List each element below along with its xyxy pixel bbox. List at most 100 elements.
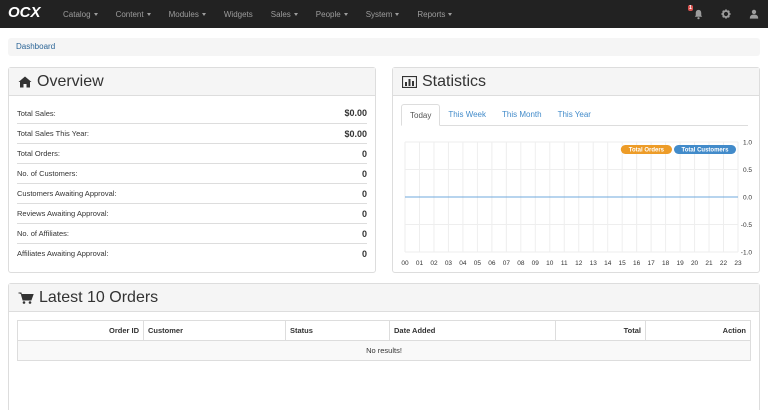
- y-tick-label: 0.5: [743, 167, 752, 174]
- shopping-cart-icon: [18, 292, 34, 304]
- overview-label: No. of Customers:: [17, 169, 78, 178]
- overview-label: Total Sales This Year:: [17, 129, 89, 138]
- overview-row-total-sales-year: Total Sales This Year: $0.00: [17, 123, 367, 143]
- table-row: No results!: [17, 340, 751, 361]
- top-right-icons: 1: [684, 0, 768, 28]
- x-tick-label: 06: [488, 260, 496, 267]
- x-tick-label: 03: [445, 260, 453, 267]
- overview-row-customers: No. of Customers: 0: [17, 163, 367, 183]
- orders-header-row: Order ID Customer Status Date Added Tota…: [17, 320, 751, 341]
- column-action: Action: [645, 320, 751, 341]
- user-icon: [749, 9, 759, 19]
- y-tick-label: -1.0: [741, 250, 753, 257]
- overview-value: 0: [361, 188, 367, 199]
- overview-value: $0.00: [344, 108, 367, 118]
- overview-label: Affiliates Awaiting Approval:: [17, 249, 109, 258]
- overview-label: No. of Affiliates:: [17, 229, 69, 238]
- notifications-button[interactable]: 1: [684, 0, 712, 28]
- overview-row-affiliates: No. of Affiliates: 0: [17, 223, 367, 243]
- overview-row-reviews-approval: Reviews Awaiting Approval: 0: [17, 203, 367, 223]
- x-tick-label: 11: [561, 260, 568, 267]
- tab-today[interactable]: Today: [401, 104, 441, 126]
- caret-down-icon: [293, 12, 298, 16]
- x-tick-label: 07: [503, 260, 511, 267]
- overview-value: 0: [361, 208, 367, 219]
- overview-title: Overview: [37, 72, 104, 90]
- nav-widgets[interactable]: Widgets: [224, 10, 253, 19]
- x-tick-label: 19: [676, 260, 684, 267]
- overview-header: Overview: [9, 68, 375, 96]
- caret-down-icon: [146, 12, 151, 16]
- orders-table: Order ID Customer Status Date Added Tota…: [17, 320, 751, 361]
- latest-orders-title: Latest 10 Orders: [39, 288, 159, 306]
- column-date-added[interactable]: Date Added: [389, 320, 556, 341]
- tab-this-year[interactable]: This Year: [550, 104, 599, 125]
- overview-value: 0: [361, 248, 367, 259]
- nav-catalog[interactable]: Catalog: [63, 10, 98, 19]
- x-tick-label: 16: [633, 260, 641, 267]
- x-tick-label: 18: [662, 260, 670, 267]
- overview-value: 0: [361, 148, 367, 159]
- x-tick-label: 23: [734, 260, 742, 267]
- x-tick-label: 02: [430, 260, 438, 267]
- nav-reports[interactable]: Reports: [417, 10, 453, 19]
- statistics-title: Statistics: [422, 72, 487, 90]
- nav-sales[interactable]: Sales: [271, 10, 298, 19]
- gear-icon: [721, 9, 731, 19]
- nav-system[interactable]: System: [366, 10, 400, 19]
- overview-value: 0: [361, 228, 367, 239]
- no-results-text: No results!: [17, 340, 751, 361]
- overview-value: $0.00: [344, 128, 367, 139]
- nav-people[interactable]: People: [316, 10, 348, 19]
- breadcrumb-dashboard-link[interactable]: Dashboard: [16, 42, 55, 51]
- bar-chart-icon: [402, 75, 417, 88]
- overview-row-total-orders: Total Orders: 0: [17, 143, 367, 163]
- notification-badge: 1: [688, 5, 693, 11]
- x-tick-label: 22: [720, 260, 728, 267]
- caret-down-icon: [201, 12, 206, 16]
- tab-this-week[interactable]: This Week: [440, 104, 494, 125]
- statistics-header: Statistics: [393, 68, 759, 96]
- x-tick-label: 21: [705, 260, 713, 267]
- x-tick-label: 13: [590, 260, 598, 267]
- x-tick-label: 08: [517, 260, 525, 267]
- overview-panel: Overview Total Sales: $0.00 Total Sales T…: [8, 67, 376, 273]
- settings-button[interactable]: [712, 0, 740, 28]
- statistics-chart: 00 01 02 03 04 05 06 07 08 09 10 11 12 13 14 15 16 17 18 19…: [401, 140, 753, 268]
- statistics-tabs: Today This Week This Month This Year: [401, 104, 748, 126]
- tab-this-month[interactable]: This Month: [494, 104, 550, 125]
- overview-list: Total Sales: $0.00 Total Sales This Year:…: [9, 96, 375, 263]
- home-icon: [18, 76, 32, 87]
- overview-label: Customers Awaiting Approval:: [17, 189, 117, 198]
- latest-orders-panel: Latest 10 Orders Order ID Customer Statu…: [8, 283, 760, 410]
- overview-label: Reviews Awaiting Approval:: [17, 209, 109, 218]
- overview-label: Total Sales:: [17, 108, 56, 118]
- x-tick-label: 00: [401, 260, 409, 267]
- x-tick-label: 10: [546, 260, 554, 267]
- bell-icon: [694, 9, 702, 19]
- caret-down-icon: [93, 12, 98, 16]
- legend-label: Total Customers: [682, 148, 730, 154]
- x-tick-label: 15: [619, 260, 627, 267]
- statistics-panel: Statistics Today This Week This Month Th…: [392, 67, 760, 273]
- x-tick-label: 17: [648, 260, 656, 267]
- breadcrumb: Dashboard: [8, 38, 760, 56]
- caret-down-icon: [395, 12, 400, 16]
- main-nav: Catalog Content Modules Widgets Sales Pe…: [63, 0, 470, 28]
- x-tick-label: 12: [575, 260, 583, 267]
- overview-row-affiliates-approval: Affiliates Awaiting Approval: 0: [17, 243, 367, 263]
- nav-modules[interactable]: Modules: [169, 10, 206, 19]
- overview-value: 0: [361, 168, 367, 179]
- top-navbar: OCX Catalog Content Modules Widgets Sale…: [0, 0, 768, 28]
- x-tick-label: 14: [604, 260, 612, 267]
- column-total[interactable]: Total: [555, 320, 646, 341]
- column-status[interactable]: Status: [285, 320, 390, 341]
- user-button[interactable]: [740, 0, 768, 28]
- column-customer[interactable]: Customer: [143, 320, 286, 341]
- latest-orders-header: Latest 10 Orders: [9, 284, 759, 312]
- column-order-id[interactable]: Order ID: [17, 320, 144, 341]
- x-tick-label: 01: [416, 260, 424, 267]
- nav-content[interactable]: Content: [116, 10, 151, 19]
- brand-logo[interactable]: OCX: [8, 0, 52, 28]
- x-tick-label: 05: [474, 260, 482, 267]
